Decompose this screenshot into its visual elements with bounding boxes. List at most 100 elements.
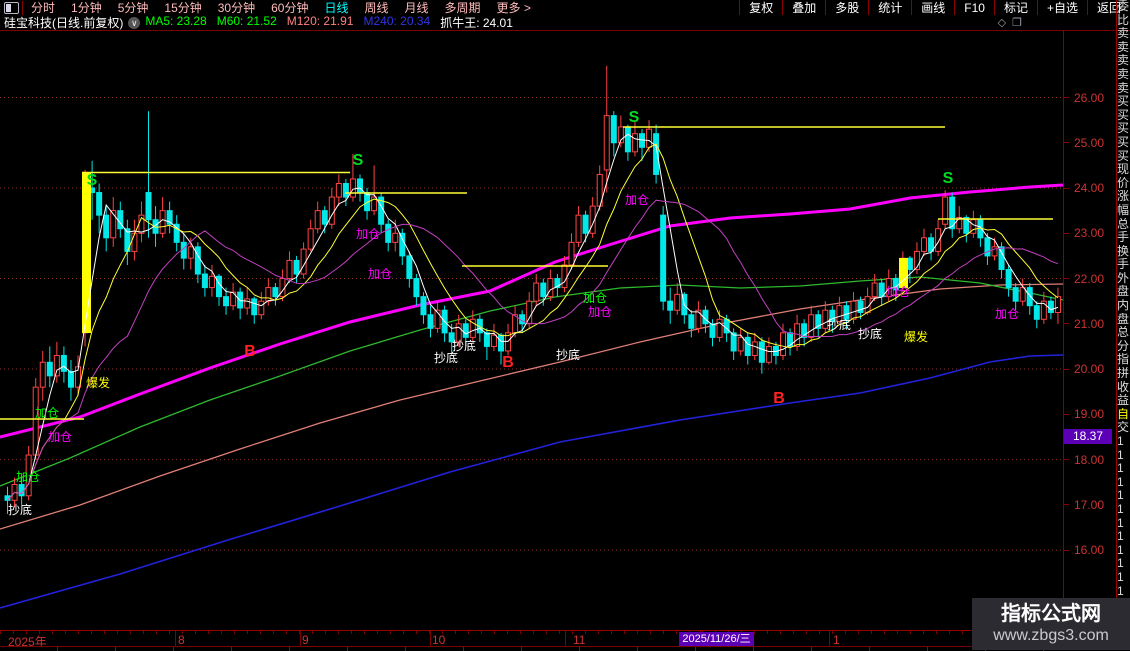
sell-marker-0: S — [87, 172, 98, 189]
panel-icon[interactable]: ❐ — [1012, 16, 1022, 29]
ma-thin-purple — [7, 199, 1059, 501]
date-separator — [829, 631, 830, 647]
side-panel-item[interactable]: 比 — [1117, 14, 1130, 28]
side-panel-item[interactable]: 收 — [1117, 381, 1130, 395]
buy-marker-1: B — [502, 354, 514, 371]
date-separator — [430, 631, 431, 647]
side-panel-item[interactable]: 换 — [1117, 245, 1130, 259]
ma-yellow — [7, 143, 1059, 501]
side-panel-item[interactable]: 益 — [1117, 394, 1130, 408]
tool-button-复权[interactable]: 复权 — [739, 0, 782, 15]
price-tick — [1064, 278, 1069, 280]
side-panel-item[interactable]: 幅 — [1117, 204, 1130, 218]
side-panel-item[interactable]: 买 — [1117, 109, 1130, 123]
side-panel-item[interactable]: 手 — [1117, 258, 1130, 272]
tool-button-F10[interactable]: F10 — [954, 0, 994, 15]
side-panel-item[interactable]: 1 — [1117, 544, 1130, 558]
side-panel-item[interactable]: 内 — [1117, 299, 1130, 313]
annotation-加仓-15: 加仓 — [886, 285, 910, 299]
side-panel-item[interactable]: 现 — [1117, 163, 1130, 177]
price-label-20.00: 20.00 — [1074, 362, 1105, 377]
side-panel-item[interactable]: 买 — [1117, 95, 1130, 109]
tool-button-统计[interactable]: 统计 — [868, 0, 911, 15]
side-panel-item[interactable]: 买 — [1117, 122, 1130, 136]
side-panel-item[interactable]: 1 — [1117, 449, 1130, 463]
side-panel-item[interactable]: 盘 — [1117, 313, 1130, 327]
side-panel-item[interactable]: 1 — [1117, 503, 1130, 517]
side-panel-item[interactable]: 1 — [1117, 530, 1130, 544]
layout-panel-button[interactable] — [0, 0, 23, 15]
info-bar: 硅宝科技(日线.前复权) ∨ MA5: 23.28 M60: 21.52 M120:… — [0, 14, 1130, 31]
chevron-down-icon[interactable]: ∨ — [128, 16, 141, 29]
tool-button-多股[interactable]: 多股 — [825, 0, 868, 15]
price-tick — [1064, 232, 1069, 234]
sell-marker-3: S — [943, 170, 954, 187]
annotation-抄底-13: 抄底 — [827, 317, 851, 332]
side-panel-item[interactable]: 自 — [1117, 408, 1130, 422]
annotation-加仓-5: 加仓 — [356, 227, 380, 241]
side-panel-item[interactable]: 手 — [1117, 231, 1130, 245]
buy-marker-2: B — [773, 390, 785, 407]
price-tick — [1064, 459, 1069, 461]
side-panel-item[interactable]: 卖 — [1117, 41, 1130, 55]
stock-title: 硅宝科技(日线.前复权) — [4, 16, 124, 30]
side-panel-item[interactable]: 涨 — [1117, 190, 1130, 204]
price-label-16.00: 16.00 — [1074, 543, 1105, 558]
side-panel-item[interactable]: 买 — [1117, 136, 1130, 150]
date-separator — [175, 631, 176, 647]
price-highlight-label: 18.37 — [1064, 429, 1112, 444]
side-panel-item[interactable]: 盘 — [1117, 285, 1130, 299]
side-panel-item[interactable]: 外 — [1117, 272, 1130, 286]
annotation-加仓-12: 加仓 — [625, 193, 649, 207]
quote-panel-clipped[interactable]: 委比卖卖卖卖卖买买买买买现价涨幅总手换手外盘内盘总分指拼收益自交11111111… — [1116, 0, 1130, 650]
tool-button-画线[interactable]: 画线 — [911, 0, 954, 15]
annotation-加仓-10: 加仓 — [583, 291, 607, 305]
diamond-icon[interactable]: ◇ — [998, 16, 1006, 29]
side-panel-item[interactable]: 卖 — [1117, 27, 1130, 41]
side-panel-item[interactable]: 买 — [1117, 150, 1130, 164]
side-panel-item[interactable]: 1 — [1117, 585, 1130, 599]
side-panel-item[interactable]: 价 — [1117, 177, 1130, 191]
watermark-url: www.zbgs3.com — [993, 627, 1109, 644]
side-panel-item[interactable]: 卖 — [1117, 54, 1130, 68]
annotation-爆发-16: 爆发 — [904, 329, 928, 344]
price-label-26.00: 26.00 — [1074, 90, 1105, 105]
watermark-title: 指标公式网 — [1001, 603, 1101, 625]
sell-marker-2: S — [629, 109, 640, 126]
annotation-加仓-17: 加仓 — [995, 307, 1019, 321]
side-panel-item[interactable]: 卖 — [1117, 82, 1130, 96]
signal-bar-0 — [82, 173, 91, 333]
tool-button-叠加[interactable]: 叠加 — [782, 0, 825, 15]
side-panel-item[interactable]: 卖 — [1117, 68, 1130, 82]
price-label-19.00: 19.00 — [1074, 407, 1105, 422]
indicator-抓牛王: 抓牛王: 24.01 — [440, 16, 513, 30]
price-axis: 26.00 25.00 24.00 23.00 22.00 21.00 20.00 19.00… — [1063, 30, 1117, 630]
side-panel-item[interactable]: 1 — [1117, 476, 1130, 490]
side-panel-item[interactable]: 1 — [1117, 517, 1130, 531]
side-panel-item[interactable]: 1 — [1117, 557, 1130, 571]
price-label-25.00: 25.00 — [1074, 135, 1105, 150]
line-blue — [0, 354, 1063, 609]
tool-button-标记[interactable]: 标记 — [993, 0, 1037, 15]
tool-button-+自选[interactable]: +自选 — [1036, 0, 1087, 15]
price-tick — [1064, 187, 1069, 189]
side-panel-item[interactable]: 1 — [1117, 571, 1130, 585]
side-panel-item[interactable]: 分 — [1117, 340, 1130, 354]
side-panel-item[interactable]: 1 — [1117, 462, 1130, 476]
indicator-MA5: MA5: 23.28 — [145, 14, 207, 28]
watermark-badge: 指标公式网 www.zbgs3.com — [972, 598, 1130, 650]
side-panel-item[interactable]: 1 — [1117, 435, 1130, 449]
side-panel-item[interactable]: 总 — [1117, 218, 1130, 232]
date-label-11: 11 — [573, 633, 586, 647]
price-label-22.00: 22.00 — [1074, 271, 1105, 286]
side-panel-item[interactable]: 总 — [1117, 326, 1130, 340]
side-panel-item[interactable]: 委 — [1117, 0, 1130, 14]
indicator-M60: M60: 21.52 — [216, 14, 277, 28]
side-panel-item[interactable]: 指 — [1117, 353, 1130, 367]
candlestick-chart[interactable]: SSSSBBB抄底加仓加仓加仓爆发加仓加仓抄底抄底抄底加仓加仓加仓抄底抄底加仓爆… — [0, 30, 1063, 630]
side-panel-item[interactable]: 交 — [1117, 421, 1130, 435]
price-tick — [1064, 97, 1069, 98]
date-label-9: 9 — [302, 633, 309, 647]
side-panel-item[interactable]: 拼 — [1117, 367, 1130, 381]
side-panel-item[interactable]: 1 — [1117, 489, 1130, 503]
